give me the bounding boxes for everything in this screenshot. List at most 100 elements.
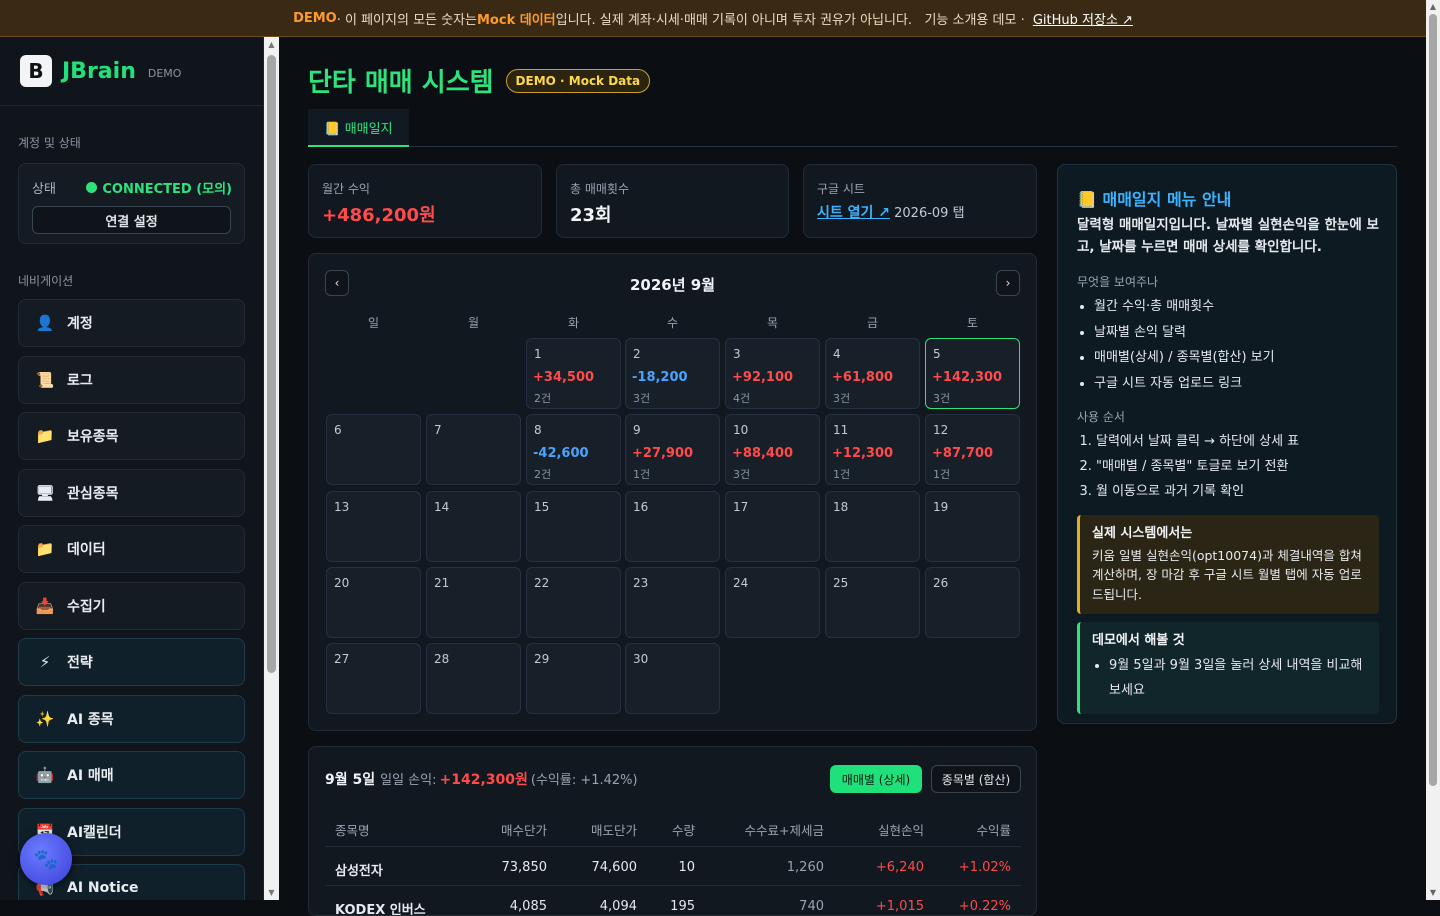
calendar-day[interactable]: 13 — [326, 491, 421, 562]
callout-demo-list: 9월 5일과 9월 3일을 눌러 상세 내역을 비교해 보세요 — [1092, 653, 1369, 704]
day-trade-count: 3건 — [933, 392, 951, 405]
calendar-day[interactable]: 24 — [725, 567, 820, 638]
calendar-day[interactable]: 5 +142,300 3건 — [925, 338, 1020, 409]
day-number: 19 — [933, 500, 949, 514]
sidebar-scroll-thumb[interactable] — [267, 55, 276, 673]
day-pnl: +142,300 — [932, 370, 1003, 385]
calendar-day[interactable]: 16 — [625, 491, 720, 562]
sidebar-item-3[interactable]: 🖥 관심종목 — [18, 468, 245, 517]
calendar-day[interactable]: 7 — [426, 414, 521, 485]
calendar-day[interactable]: 15 — [526, 491, 621, 562]
calendar-day[interactable]: 30 — [625, 643, 720, 714]
calendar-day[interactable]: 2 -18,200 3건 — [625, 338, 720, 409]
day-trade-count: 2건 — [534, 468, 552, 481]
toggle-by-stock[interactable]: 종목별 (합산) — [931, 765, 1021, 793]
calendar-day[interactable]: 19 — [925, 491, 1020, 562]
calendar-day[interactable]: 12 +87,700 1건 — [925, 414, 1020, 485]
table-cell: 195 — [670, 899, 695, 914]
next-month-button[interactable]: › — [996, 270, 1020, 296]
sidebar-item-label: 보유종목 — [67, 429, 119, 445]
banner-mock: Mock 데이터 — [477, 12, 556, 28]
paw-icon: 🐾 — [33, 847, 59, 871]
page-scroll-down-icon[interactable]: ▼ — [1428, 888, 1438, 897]
sidebar-item-label: 로그 — [67, 372, 93, 389]
calendar-day[interactable]: 20 — [326, 567, 421, 638]
banner-text-pre: · 이 페이지의 모든 숫자는 — [336, 12, 477, 28]
sidebar-item-2[interactable]: 📁 보유종목 — [18, 412, 245, 460]
day-number: 12 — [933, 423, 949, 437]
calendar-title: 2026년 9월 — [629, 276, 715, 294]
calendar-day[interactable]: 22 — [526, 567, 621, 638]
calendar-day[interactable]: 25 — [825, 567, 920, 638]
guide-what-item: 구글 시트 자동 업로드 링크 — [1094, 371, 1275, 397]
guide-how-list: 달력에서 날짜 클릭 → 하단에 상세 표"매매별 / 종목별" 토글로 보기 … — [1096, 429, 1299, 504]
kpi-label: 월간 수익 — [322, 182, 370, 196]
day-number: 9 — [633, 423, 641, 437]
brand: B JBrain DEMO — [0, 37, 263, 106]
sidebar-item-label: 관심종목 — [67, 485, 119, 502]
sidebar-item-icon: 📥 — [35, 596, 55, 615]
calendar-day[interactable]: 8 -42,600 2건 — [526, 414, 621, 485]
calendar-day[interactable]: 27 — [326, 643, 421, 714]
status-box: 상태 CONNECTED (모의) 연결 설정 — [18, 163, 245, 244]
calendar-day[interactable]: 29 — [526, 643, 621, 714]
callout-demo-title: 데모에서 해볼 것 — [1092, 633, 1185, 648]
calendar-day[interactable]: 3 +92,100 4건 — [725, 338, 820, 409]
tab-bar: 📒 매매일지 — [308, 109, 1397, 147]
page-scrollbar[interactable]: ▲ ▼ — [1426, 0, 1440, 900]
brand-name: JBrain — [62, 58, 136, 84]
banner-text-post: 입니다. 실제 계좌·시세·매매 기록이 아니며 투자 권유가 아닙니다. 기능… — [555, 12, 1029, 28]
calendar-day[interactable]: 4 +61,800 3건 — [825, 338, 920, 409]
calendar-day[interactable]: 10 +88,400 3건 — [725, 414, 820, 485]
callout-real-text: 키움 일별 실현손익(opt10074)과 체결내역을 합쳐 계산하며, 장 마… — [1092, 547, 1362, 602]
sidebar-item-label: AI 매매 — [67, 768, 114, 784]
sidebar-item-icon: 📜 — [35, 370, 55, 389]
sidebar-item-7[interactable]: ✨ AI 종목 — [18, 694, 245, 743]
day-number: 26 — [933, 576, 949, 590]
page-header: 단타 매매 시스템 DEMO · Mock Data — [308, 62, 651, 99]
sidebar-item-6[interactable]: ⚡ 전략 — [18, 638, 245, 686]
toggle-by-trade[interactable]: 매매별 (상세) — [830, 765, 922, 793]
day-number: 17 — [733, 500, 749, 514]
day-number: 22 — [534, 576, 550, 590]
day-trade-count: 1건 — [833, 468, 851, 481]
brand-demo-tag: DEMO — [147, 66, 182, 80]
connect-settings-button[interactable]: 연결 설정 — [32, 206, 231, 234]
calendar-day[interactable]: 6 — [326, 414, 421, 485]
calendar-day[interactable]: 11 +12,300 1건 — [825, 414, 920, 485]
github-link[interactable]: GitHub 저장소 ↗ — [1033, 9, 1133, 28]
sidebar-item-4[interactable]: 📁 데이터 — [18, 525, 245, 573]
scroll-up-icon[interactable]: ▲ — [267, 40, 276, 49]
day-number: 14 — [434, 500, 450, 514]
calendar-day[interactable]: 9 +27,900 1건 — [625, 414, 720, 485]
sidebar-item-5[interactable]: 📥 수집기 — [18, 581, 245, 630]
floating-assistant-button[interactable]: 🐾 — [20, 833, 72, 885]
calendar-day[interactable]: 23 — [625, 567, 720, 638]
page-scroll-thumb[interactable] — [1429, 14, 1437, 786]
calendar-day[interactable]: 21 — [426, 567, 521, 638]
sidebar-item-icon: ⚡ — [39, 653, 51, 671]
prev-month-button[interactable]: ‹ — [325, 270, 349, 296]
sidebar-item-8[interactable]: 🤖 AI 매매 — [18, 751, 245, 799]
status-label: 상태 — [32, 182, 56, 197]
sidebar-item-1[interactable]: 📜 로그 — [18, 355, 245, 404]
weekday-header: 일 — [367, 316, 380, 330]
calendar-day[interactable]: 1 +34,500 2건 — [526, 338, 621, 409]
calendar-day[interactable]: 26 — [925, 567, 1020, 638]
calendar-day[interactable]: 17 — [725, 491, 820, 562]
day-number: 23 — [633, 576, 649, 590]
scroll-down-icon[interactable]: ▼ — [267, 888, 276, 897]
sidebar-item-0[interactable]: 👤 계정 — [18, 299, 245, 347]
calendar-day[interactable]: 28 — [426, 643, 521, 714]
tab-trade-journal[interactable]: 📒 매매일지 — [308, 109, 409, 147]
status-value: CONNECTED (모의) — [86, 178, 232, 197]
day-number: 29 — [534, 652, 550, 666]
calendar-day[interactable]: 18 — [825, 491, 920, 562]
demo-banner: DEMO · 이 페이지의 모든 숫자는 Mock 데이터 입니다. 실제 계좌… — [0, 0, 1426, 37]
sidebar-scrollbar[interactable]: ▲ ▼ — [264, 37, 279, 900]
page-title: 단타 매매 시스템 — [308, 68, 494, 98]
day-number: 11 — [833, 423, 849, 437]
sheet-open-link[interactable]: 시트 열기 ↗ — [817, 205, 890, 221]
calendar-day[interactable]: 14 — [426, 491, 521, 562]
page-scroll-up-icon[interactable]: ▲ — [1428, 2, 1438, 11]
